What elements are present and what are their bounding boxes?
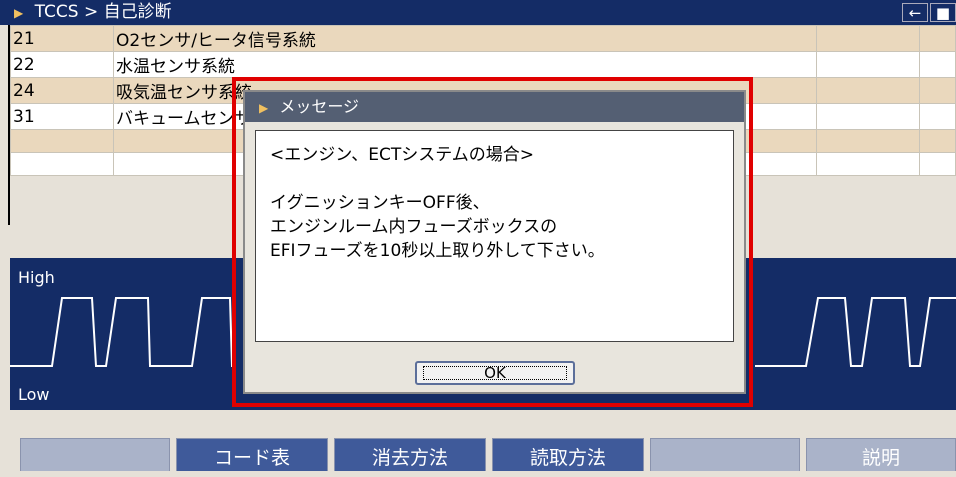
table-row[interactable]: 22 水温センサ系統 [10,51,956,78]
table-row[interactable]: 21 O2センサ/ヒータ信号系統 [10,25,956,52]
back-arrow-icon[interactable]: ← [902,3,928,22]
camera-icon[interactable]: ■ [930,3,956,22]
message-line: <エンジン、ECTシステムの場合> [270,145,534,165]
dialog-message: <エンジン、ECTシステムの場合> イグニッションキーOFF後、 エンジンルーム… [255,130,734,342]
dtc-code [10,152,114,176]
message-line: エンジンルーム内フューズボックスの [270,217,558,237]
bottom-tab-bar: コード表 消去方法 読取方法 説明 [20,438,956,471]
dialog-title: メッセージ [279,97,360,116]
tab-erase-method[interactable]: 消去方法 [334,438,486,471]
message-line: イグニッションキーOFF後、 [270,193,490,213]
waveform-left [10,297,233,367]
tab-code-table[interactable]: コード表 [176,438,328,471]
focus-outline [423,366,567,380]
dtc-code: 22 [10,51,114,78]
dtc-description: O2センサ/ヒータ信号系統 [113,25,817,52]
message-line: EFIフューズを10秒以上取り外して下さい。 [270,241,605,261]
triangle-icon: ▶ [14,6,24,20]
tab-read-method[interactable]: 読取方法 [492,438,644,471]
ok-button[interactable]: OK [415,361,575,385]
dtc-description: 水温センサ系統 [113,51,817,78]
dtc-code: 21 [10,25,114,52]
tab-blank-2[interactable] [650,438,800,471]
message-dialog: ▶ メッセージ <エンジン、ECTシステムの場合> イグニッションキーOFF後、… [243,90,746,394]
triangle-icon: ▶ [259,101,269,115]
tab-description[interactable]: 説明 [806,438,956,471]
dialog-title-bar: ▶ メッセージ [245,92,744,122]
waveform-right [755,297,956,367]
dtc-code: 24 [10,77,114,104]
message-line [270,167,719,191]
dtc-code [10,129,114,153]
breadcrumb: TCCS > 自己診断 [34,2,172,22]
title-bar: ▶ TCCS > 自己診断 ← ■ [0,0,956,25]
dtc-code: 31 [10,103,114,130]
tab-blank-1[interactable] [20,438,170,471]
